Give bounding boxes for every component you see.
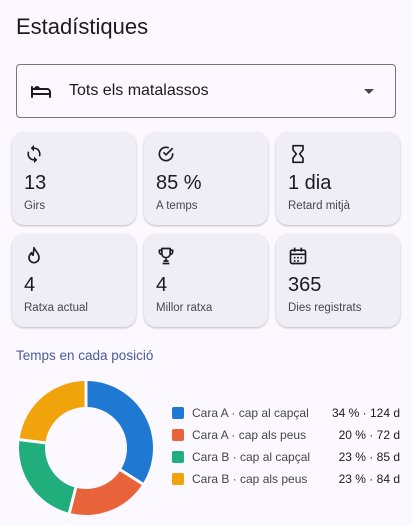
legend-swatch <box>172 451 184 463</box>
donut-slice-3 <box>19 381 85 442</box>
trophy-icon <box>158 247 174 265</box>
legend-label: Cara B · cap al capçal <box>192 450 311 464</box>
legend-item: Cara B · cap al capçal 23 % · 85 d <box>172 446 400 468</box>
page-title: Estadístiques <box>16 14 149 39</box>
donut-slice-2 <box>19 441 75 513</box>
stat-value: 1 dia <box>288 172 332 194</box>
stat-card-on-time: 85 % A temps <box>144 132 268 225</box>
mattress-select[interactable]: Tots els matalassos <box>16 64 396 118</box>
donut-slice-1 <box>70 471 142 515</box>
stat-card-current-streak: 4 Ratxa actual <box>12 234 136 327</box>
stat-card-avg-delay: 1 dia Retard mitjà <box>276 132 400 225</box>
legend-label: Cara B · cap als peus <box>192 472 308 486</box>
stat-label: Girs <box>24 200 46 212</box>
stat-value: 85 % <box>156 172 202 194</box>
stat-label: Ratxa actual <box>24 302 88 314</box>
legend-swatch <box>172 407 184 419</box>
stat-value: 13 <box>24 172 47 194</box>
legend-item: Cara B · cap als peus 23 % · 84 d <box>172 468 400 490</box>
legend-swatch <box>172 429 184 441</box>
dropdown-arrow-icon[interactable] <box>357 79 381 103</box>
chart-legend: Cara A · cap al capçal 34 % · 124 d Cara A… <box>172 402 400 490</box>
stat-value: 4 <box>24 274 36 296</box>
legend-label: Cara A · cap als peus <box>192 428 307 442</box>
stat-card-turns: 13 Girs <box>12 132 136 225</box>
donut-chart <box>19 381 153 515</box>
rotate-icon <box>27 144 41 164</box>
stat-card-days-recorded: 365 Dies registrats <box>276 234 400 327</box>
stat-label: Millor ratxa <box>156 302 213 314</box>
bed-icon <box>31 86 51 98</box>
calendar-icon <box>289 247 307 265</box>
stat-value: 4 <box>156 274 168 296</box>
stat-value: 365 <box>288 274 322 296</box>
hourglass-icon <box>292 144 304 164</box>
stat-label: Retard mitjà <box>288 200 350 212</box>
legend-label: Cara A · cap al capçal <box>192 406 309 420</box>
legend-item: Cara A · cap als peus 20 % · 72 d <box>172 424 400 446</box>
legend-value: 20 % · 72 d <box>338 428 400 442</box>
legend-value: 23 % · 84 d <box>338 472 400 486</box>
section-title: Temps en cada posició <box>16 348 154 363</box>
stat-card-best-streak: 4 Millor ratxa <box>144 234 268 327</box>
mattress-select-value: Tots els matalassos <box>69 82 209 99</box>
legend-value: 34 % · 124 d <box>331 406 400 420</box>
legend-item: Cara A · cap al capçal 34 % · 124 d <box>172 402 400 424</box>
legend-value: 23 % · 85 d <box>338 450 400 464</box>
flame-icon <box>28 246 40 264</box>
stat-label: A temps <box>156 200 198 212</box>
stat-label: Dies registrats <box>288 302 362 314</box>
donut-slice-0 <box>87 381 153 483</box>
check-circle-icon <box>158 146 174 162</box>
legend-swatch <box>172 473 184 485</box>
